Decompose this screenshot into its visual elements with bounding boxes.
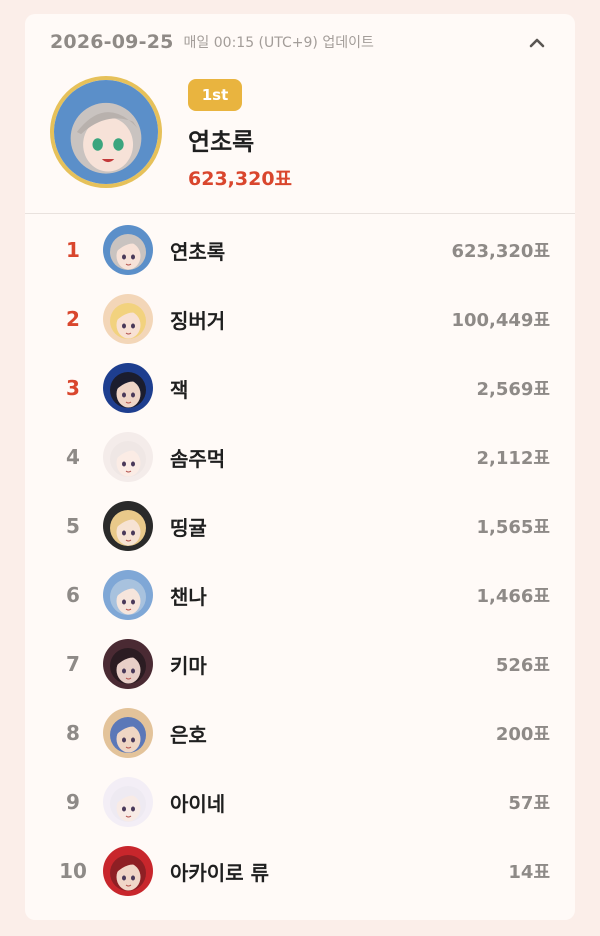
streamer-avatar[interactable]: [103, 639, 153, 689]
divider: [25, 213, 575, 214]
avatar-image: [103, 225, 153, 275]
update-schedule-text: 매일 00:15 (UTC+9) 업데이트: [183, 35, 374, 51]
ranking-header: 2026-09-25 매일 00:15 (UTC+9) 업데이트: [50, 28, 550, 56]
avatar-image: [103, 363, 153, 413]
top-ranker-avatar[interactable]: [50, 76, 162, 188]
streamer-name: 징버거: [170, 308, 226, 333]
vote-count: 1,565표: [476, 517, 551, 538]
ranking-row[interactable]: 5 띵귤 1,565표: [25, 497, 575, 555]
avatar-image: [103, 846, 153, 896]
streamer-name: 챈나: [170, 584, 207, 609]
ranking-row[interactable]: 2 징버거 100,449표: [25, 290, 575, 348]
streamer-avatar[interactable]: [103, 294, 153, 344]
ranking-row[interactable]: 1 연초록 623,320표: [25, 221, 575, 279]
vote-count: 57표: [508, 793, 550, 814]
streamer-avatar[interactable]: [103, 708, 153, 758]
streamer-name: 잭: [170, 377, 189, 402]
vote-count: 14표: [508, 862, 550, 883]
ranking-row[interactable]: 4 솜주먹 2,112표: [25, 428, 575, 486]
streamer-avatar[interactable]: [103, 432, 153, 482]
ranking-row[interactable]: 9 아이네 57표: [25, 773, 575, 831]
avatar-image: [103, 708, 153, 758]
avatar-image: [103, 639, 153, 689]
avatar-image: [54, 80, 158, 184]
vote-count: 2,569표: [476, 379, 551, 400]
streamer-avatar[interactable]: [103, 570, 153, 620]
streamer-avatar[interactable]: [103, 363, 153, 413]
rank-number: 8: [66, 721, 80, 745]
rank-number: 3: [66, 376, 80, 400]
collapse-button[interactable]: [525, 32, 549, 52]
avatar-image: [103, 294, 153, 344]
chevron-up-icon: [529, 38, 545, 48]
ranking-date: 2026-09-25: [50, 31, 174, 53]
first-place-badge: 1st: [188, 79, 242, 111]
rank-number: 7: [66, 652, 80, 676]
ranking-row[interactable]: 8 은호 200표: [25, 704, 575, 762]
ranking-card: 2026-09-25 매일 00:15 (UTC+9) 업데이트 1st 연초록…: [25, 14, 575, 920]
vote-count: 100,449표: [451, 310, 550, 331]
vote-count: 1,466표: [476, 586, 551, 607]
rank-number: 9: [66, 790, 80, 814]
avatar-image: [103, 570, 153, 620]
rank-number: 1: [66, 238, 80, 262]
top-ranker-name: 연초록: [188, 128, 255, 156]
vote-count: 200표: [495, 724, 550, 745]
streamer-name: 아카이로 류: [170, 860, 269, 885]
streamer-name: 솜주먹: [170, 446, 226, 471]
rank-number: 10: [59, 859, 87, 883]
streamer-avatar[interactable]: [103, 225, 153, 275]
avatar-image: [103, 777, 153, 827]
streamer-name: 키마: [170, 653, 207, 678]
vote-count: 2,112표: [476, 448, 551, 469]
ranking-row[interactable]: 10 아카이로 류 14표: [25, 842, 575, 900]
rank-number: 6: [66, 583, 80, 607]
avatar-image: [103, 501, 153, 551]
top-ranker-votes: 623,320표: [188, 168, 293, 190]
ranking-row[interactable]: 6 챈나 1,466표: [25, 566, 575, 624]
ranking-row[interactable]: 7 키마 526표: [25, 635, 575, 693]
top-ranker-section: 1st 연초록 623,320표: [25, 76, 575, 212]
vote-count: 526표: [495, 655, 550, 676]
streamer-name: 은호: [170, 722, 207, 747]
rank-number: 5: [66, 514, 80, 538]
rank-number: 4: [66, 445, 80, 469]
vote-count: 623,320표: [451, 241, 550, 262]
streamer-avatar[interactable]: [103, 777, 153, 827]
rank-number: 2: [66, 307, 80, 331]
streamer-avatar[interactable]: [103, 846, 153, 896]
streamer-name: 띵귤: [170, 515, 207, 540]
streamer-name: 연초록: [170, 239, 226, 264]
streamer-avatar[interactable]: [103, 501, 153, 551]
streamer-name: 아이네: [170, 791, 226, 816]
ranking-row[interactable]: 3 잭 2,569표: [25, 359, 575, 417]
avatar-image: [103, 432, 153, 482]
